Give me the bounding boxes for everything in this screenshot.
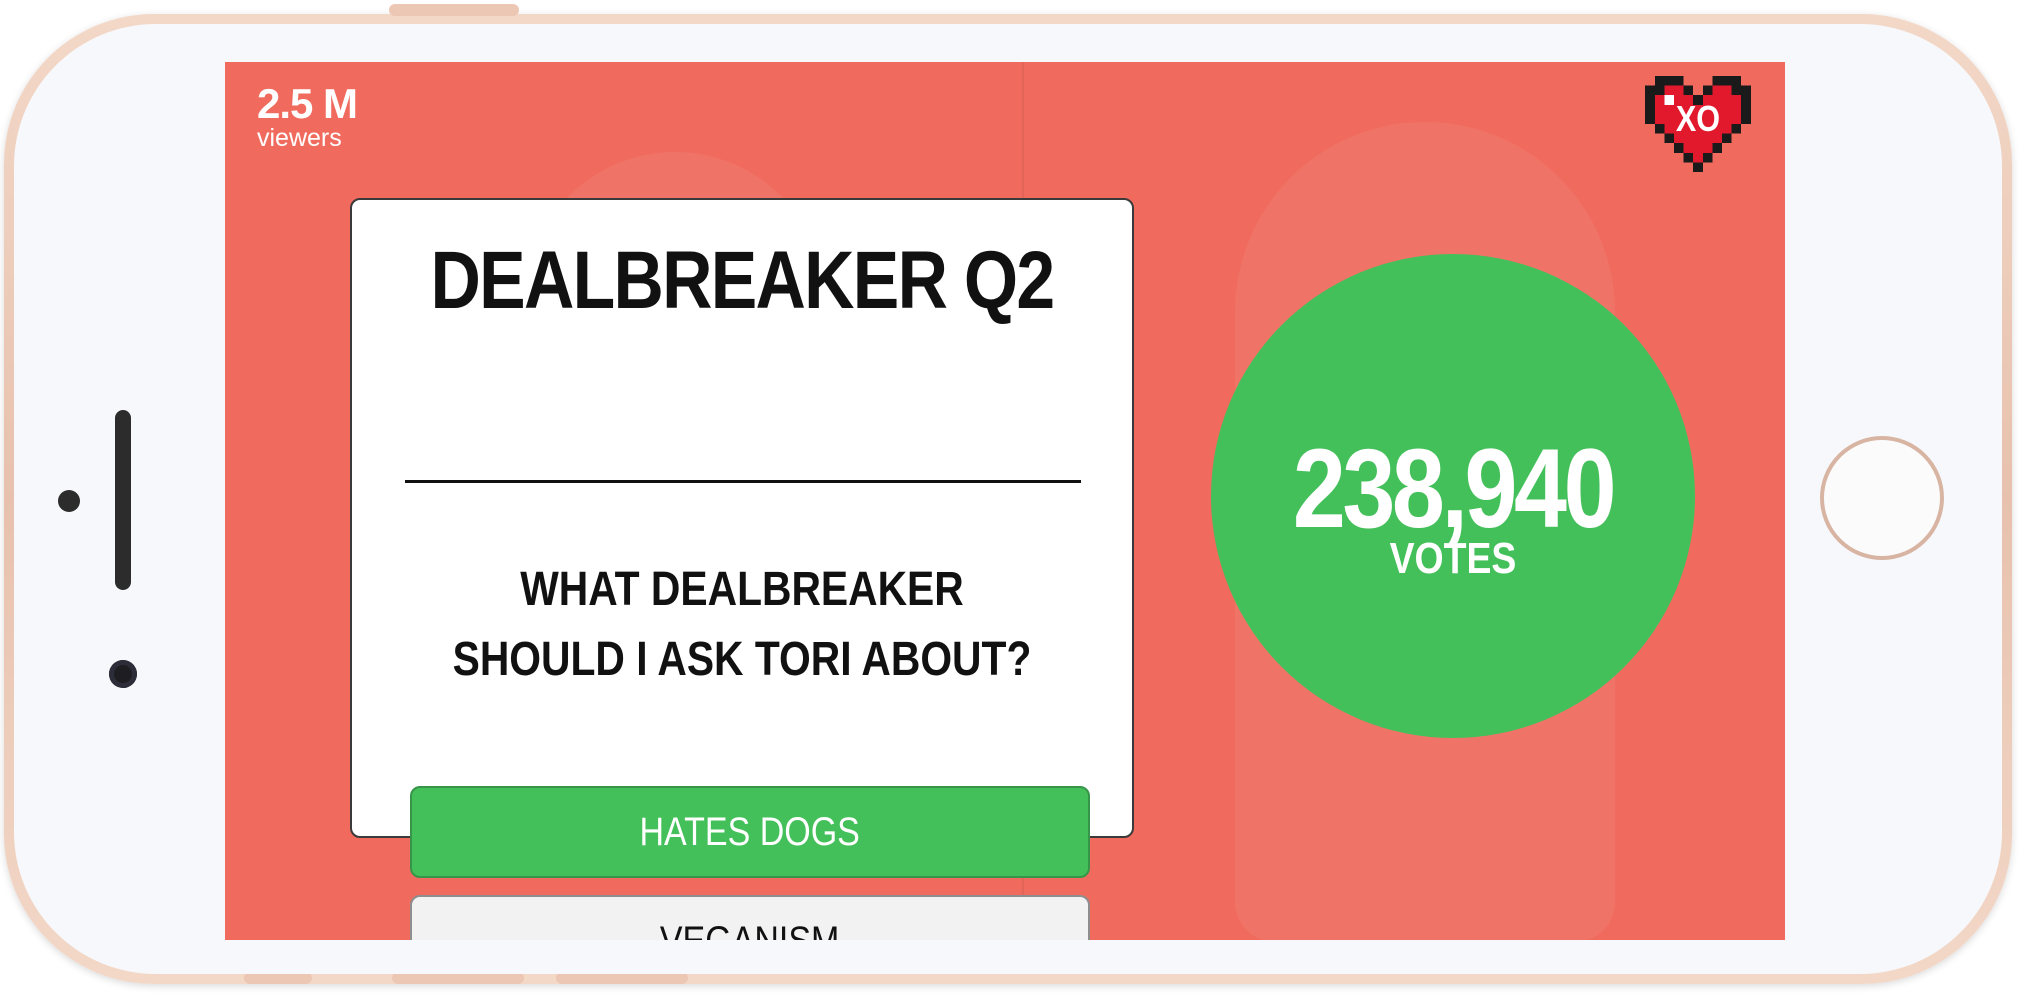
xo-badge-text: XO [1675, 98, 1721, 139]
poll-option-hates-dogs[interactable]: HATES DOGS [410, 786, 1090, 878]
poll-card: DEALBREAKER Q2 WHAT DEALBREAKER SHOULD I… [350, 198, 1134, 940]
title-divider [405, 480, 1081, 483]
poll-question: WHAT DEALBREAKER SHOULD I ASK TORI ABOUT… [452, 563, 1032, 686]
earpiece-speaker [115, 410, 131, 590]
vote-count-badge: 238,940 VOTES [1211, 254, 1695, 738]
viewer-count: 2.5 M viewers [257, 80, 358, 152]
front-camera [109, 660, 137, 688]
poll-title: DEALBREAKER Q2 [430, 235, 1056, 326]
poll-option-label: VEGANISM [660, 919, 839, 941]
proximity-sensor [58, 490, 80, 512]
home-button[interactable] [1820, 436, 1944, 560]
live-stream-screen: 2.5 M viewers XO DEALBREAKER Q2 WHAT DEA… [225, 62, 1785, 940]
power-button [389, 4, 519, 16]
poll-option-veganism[interactable]: VEGANISM [410, 895, 1090, 940]
pixel-heart-icon[interactable]: XO [1643, 76, 1753, 172]
viewer-count-label: viewers [257, 124, 342, 152]
poll-option-label: HATES DOGS [639, 809, 861, 854]
viewer-count-value: 2.5 M [257, 80, 358, 127]
vote-count-label: VOTES [1389, 534, 1517, 583]
